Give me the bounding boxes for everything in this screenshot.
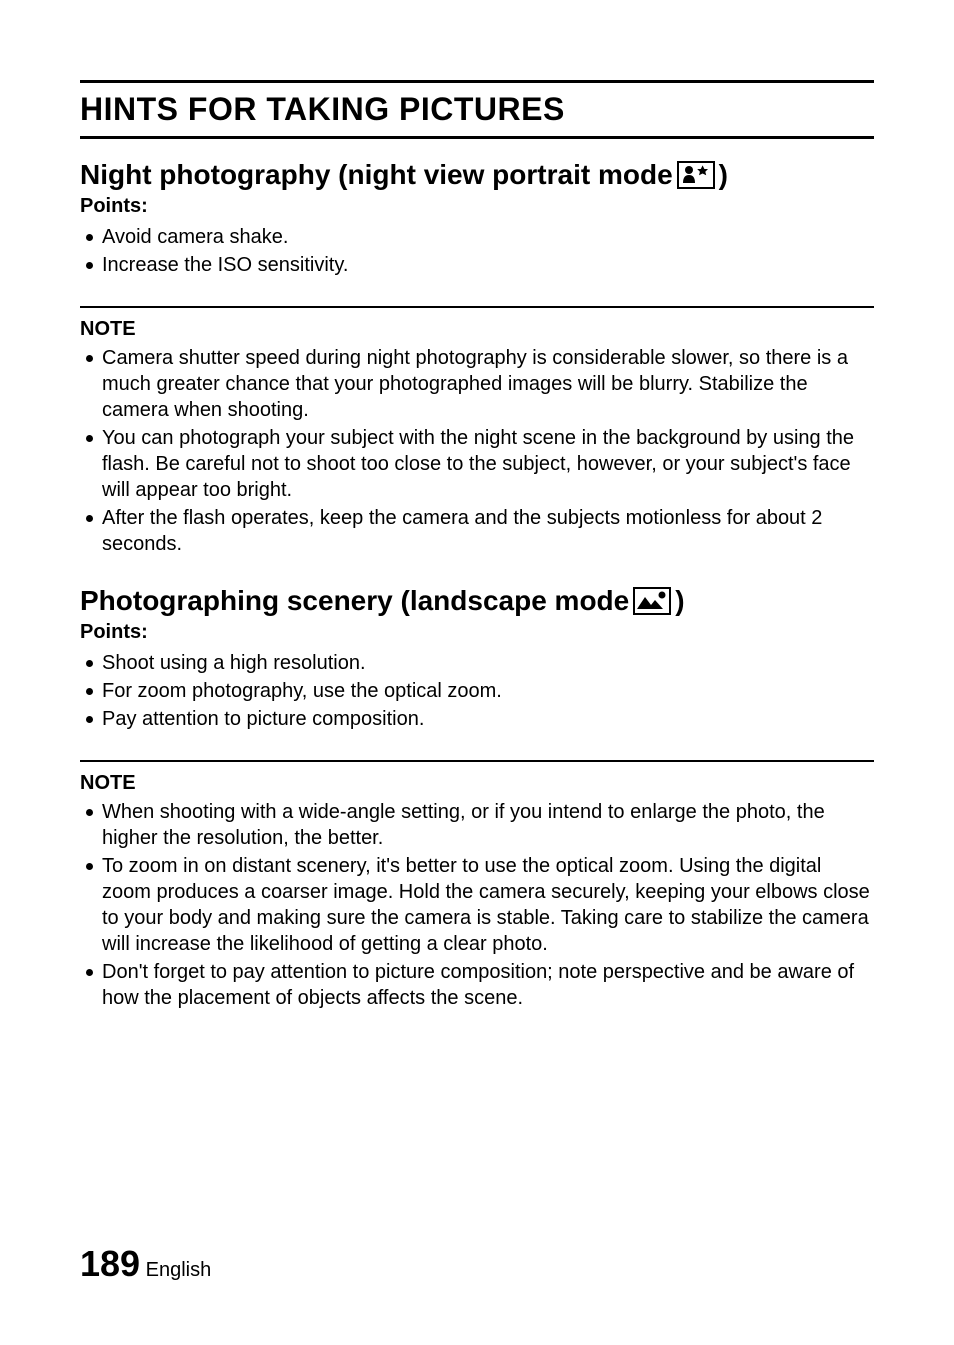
list-item: Don't forget to pay attention to picture… (80, 959, 874, 1011)
note-label: NOTE (80, 318, 874, 341)
note-list-night: Camera shutter speed during night photog… (80, 345, 874, 557)
note-block-night: NOTE Camera shutter speed during night p… (80, 306, 874, 557)
heading-text: Night photography (night view portrait m… (80, 159, 673, 191)
list-item: Pay attention to picture composition. (80, 706, 874, 732)
list-item: Avoid camera shake. (80, 224, 874, 250)
points-list-night: Avoid camera shake. Increase the ISO sen… (80, 224, 874, 278)
night-portrait-mode-icon (677, 161, 715, 189)
points-label: Points: (80, 195, 874, 218)
list-item: Shoot using a high resolution. (80, 650, 874, 676)
note-label: NOTE (80, 772, 874, 795)
page-footer: 189 English (80, 1243, 211, 1285)
heading-suffix: ) (675, 585, 684, 617)
list-item: After the flash operates, keep the camer… (80, 505, 874, 557)
points-label: Points: (80, 621, 874, 644)
list-item: For zoom photography, use the optical zo… (80, 678, 874, 704)
page-language: English (146, 1259, 212, 1281)
points-list-landscape: Shoot using a high resolution. For zoom … (80, 650, 874, 732)
landscape-mode-icon (633, 587, 671, 615)
page-number: 189 (80, 1243, 140, 1284)
section-heading-landscape: Photographing scenery (landscape mode ) (80, 585, 874, 617)
list-item: Camera shutter speed during night photog… (80, 345, 874, 423)
note-block-landscape: NOTE When shooting with a wide-angle set… (80, 760, 874, 1011)
note-list-landscape: When shooting with a wide-angle setting,… (80, 799, 874, 1011)
page-title: HINTS FOR TAKING PICTURES (80, 80, 874, 139)
list-item: To zoom in on distant scenery, it's bett… (80, 853, 874, 957)
section-heading-night: Night photography (night view portrait m… (80, 159, 874, 191)
heading-text: Photographing scenery (landscape mode (80, 585, 629, 617)
list-item: Increase the ISO sensitivity. (80, 252, 874, 278)
list-item: When shooting with a wide-angle setting,… (80, 799, 874, 851)
heading-suffix: ) (719, 159, 728, 191)
list-item: You can photograph your subject with the… (80, 425, 874, 503)
